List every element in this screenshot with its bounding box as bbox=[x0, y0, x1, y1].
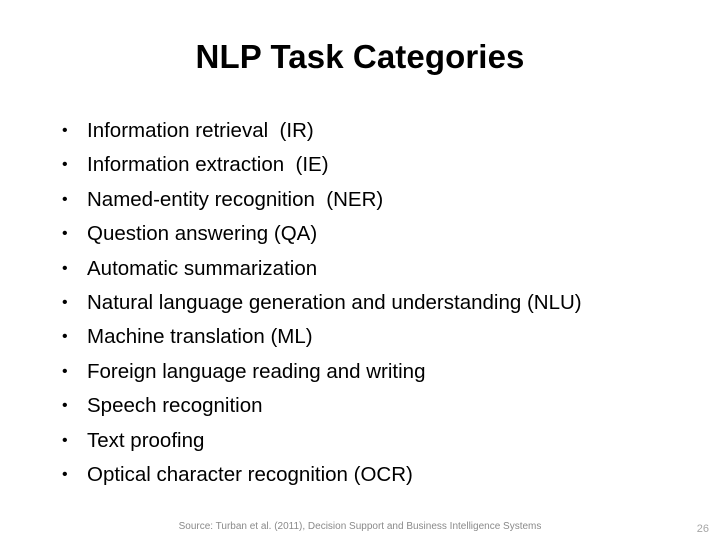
slide: NLP Task Categories • Information retrie… bbox=[0, 0, 720, 540]
task-category-list: • Information retrieval (IR) • Informati… bbox=[56, 114, 696, 492]
list-item-label: Machine translation (ML) bbox=[87, 325, 313, 349]
list-item-label: Foreign language reading and writing bbox=[87, 359, 426, 383]
list-item: • Foreign language reading and writing bbox=[56, 355, 696, 389]
bullet-icon: • bbox=[62, 122, 68, 139]
bullet-icon: • bbox=[62, 431, 68, 449]
list-item-label: Natural language generation and understa… bbox=[87, 290, 582, 314]
bullet-icon: • bbox=[62, 293, 68, 311]
page-title: NLP Task Categories bbox=[195, 38, 525, 75]
list-item-label: Automatic summarization bbox=[87, 256, 318, 280]
list-item: • Machine translation (ML) bbox=[56, 320, 696, 354]
list-item: • Information extraction (IE) bbox=[56, 148, 696, 182]
bullet-icon: • bbox=[62, 397, 68, 415]
bullet-icon: • bbox=[62, 190, 68, 208]
bullet-icon: • bbox=[62, 465, 68, 483]
list-item: • Information retrieval (IR) bbox=[56, 114, 696, 148]
list-item-label: Text proofing bbox=[87, 428, 205, 452]
list-item: • Natural language generation and unders… bbox=[56, 286, 696, 320]
list-item-label: Optical character recognition (OCR) bbox=[87, 462, 413, 486]
list-item: • Text proofing bbox=[56, 424, 696, 458]
source-citation: Source: Turban et al. (2011), Decision S… bbox=[178, 521, 542, 532]
list-item: • Automatic summarization bbox=[56, 252, 696, 286]
bullet-icon: • bbox=[62, 328, 68, 346]
list-item-label: Named-entity recognition (NER) bbox=[87, 187, 384, 211]
bullet-icon: • bbox=[62, 362, 68, 380]
list-item-label: Information retrieval (IR) bbox=[87, 119, 314, 142]
bullet-icon: • bbox=[62, 156, 68, 174]
list-item-label: Question answering (QA) bbox=[87, 222, 318, 246]
bullet-icon: • bbox=[62, 259, 68, 277]
list-item-label: Speech recognition bbox=[87, 394, 263, 418]
list-item: • Question answering (QA) bbox=[56, 217, 696, 251]
list-item: • Optical character recognition (OCR) bbox=[56, 458, 696, 492]
list-item-label: Information extraction (IE) bbox=[87, 153, 329, 177]
list-item: • Named-entity recognition (NER) bbox=[56, 183, 696, 217]
list-item: • Speech recognition bbox=[56, 389, 696, 423]
bullet-icon: • bbox=[62, 225, 68, 243]
page-number: 26 bbox=[696, 523, 709, 535]
